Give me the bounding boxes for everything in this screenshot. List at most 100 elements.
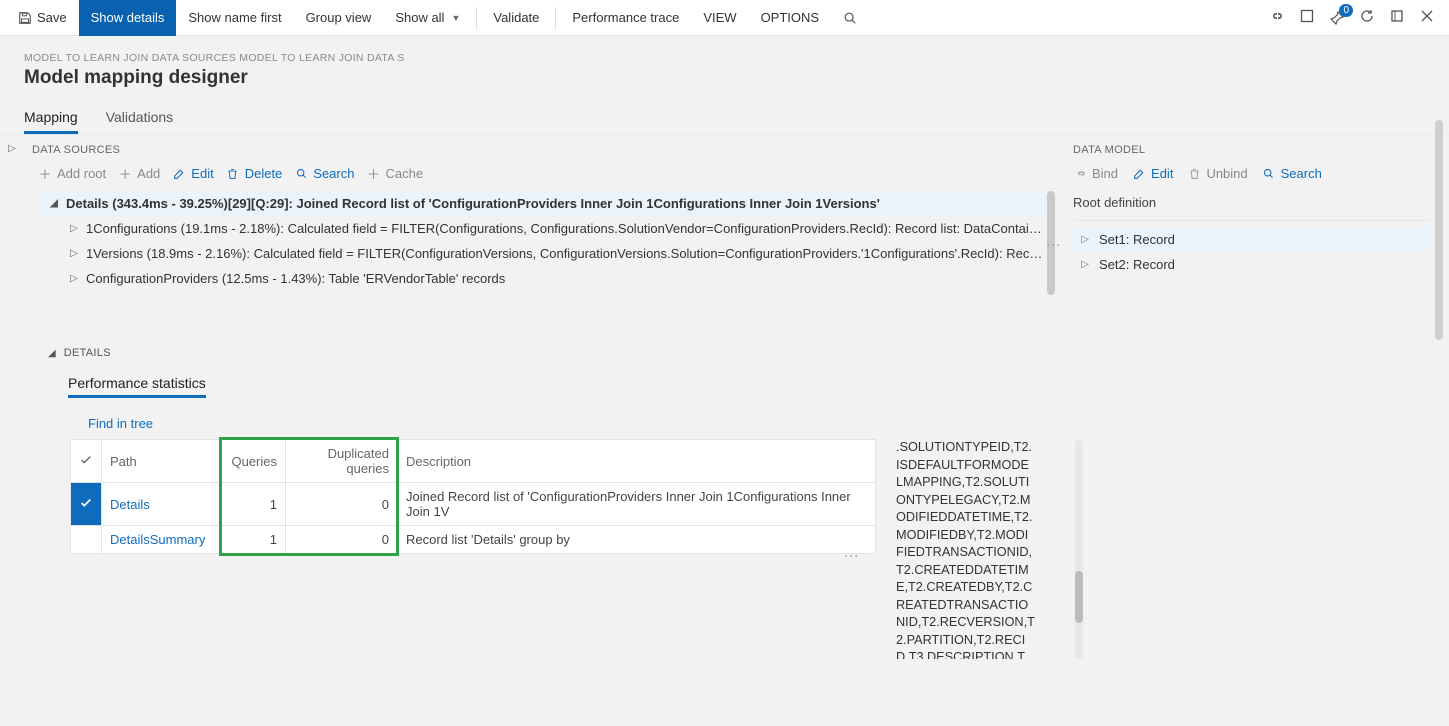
details-body: Path Queries Duplicated queries Descript… (24, 439, 1065, 659)
col-dup[interactable]: Duplicated queries (286, 440, 398, 483)
add-root-button[interactable]: ＋ Add root (38, 166, 106, 181)
show-name-first-button[interactable]: Show name first (176, 0, 293, 36)
check-icon (79, 496, 93, 510)
right-scrollbar-thumb[interactable] (1435, 120, 1443, 340)
performance-statistics-tab[interactable]: Performance statistics (68, 375, 206, 398)
refresh-icon (1359, 8, 1375, 24)
chevron-right-icon[interactable]: ▷ (68, 273, 80, 284)
find-in-tree-link[interactable]: Find in tree (88, 416, 153, 431)
data-model-row-label: Set1: Record (1099, 232, 1175, 247)
add-button[interactable]: ＋ Add (118, 166, 160, 181)
col-desc[interactable]: Description (398, 440, 876, 483)
office-icon[interactable] (1299, 8, 1315, 27)
popout-button[interactable] (1389, 8, 1405, 27)
close-icon (1419, 8, 1435, 24)
panel-splitter[interactable]: ⋮ (1046, 238, 1062, 251)
splitter-handle[interactable]: ⋮ (844, 549, 860, 562)
sql-scrollbar[interactable] (1075, 439, 1083, 659)
save-icon (18, 11, 32, 25)
close-button[interactable] (1419, 8, 1435, 27)
tree-row[interactable]: ▷1Versions (18.9ms - 2.16%): Calculated … (38, 241, 1053, 266)
data-model-row[interactable]: ▷ Set1: Record (1073, 227, 1431, 252)
chevron-right-icon[interactable]: ▷ (1079, 259, 1091, 270)
data-sources-heading: DATA SOURCES (24, 135, 1065, 160)
tree-row[interactable]: ▷ ConfigurationProviders (12.5ms - 1.43%)… (38, 266, 1053, 291)
toolbar-right: 0 (1269, 8, 1443, 27)
sql-pane[interactable]: .SOLUTIONTYPEID,T2.ISDEFAULTFORMODELMAPP… (896, 439, 1035, 659)
performance-trace-label: Performance trace (572, 10, 679, 25)
attachments-button[interactable]: 0 (1329, 10, 1345, 26)
tree-row[interactable]: ▷1Configurations (19.1ms - 2.18%): Calcu… (38, 216, 1053, 241)
popout-icon (1389, 8, 1405, 24)
show-details-button[interactable]: Show details (79, 0, 177, 36)
toolbar-search-button[interactable] (831, 0, 869, 36)
search-icon (294, 167, 308, 181)
bind-button[interactable]: Bind (1073, 166, 1118, 181)
unbind-button[interactable]: Unbind (1187, 166, 1247, 181)
cache-button[interactable]: ＋ Cache (366, 166, 423, 181)
check-icon (79, 453, 93, 467)
options-menu[interactable]: OPTIONS (749, 0, 832, 36)
details-section: ◢ DETAILS Performance statistics Find in… (24, 343, 1065, 659)
col-path[interactable]: Path (102, 440, 222, 483)
performance-trace-button[interactable]: Performance trace (560, 0, 691, 36)
col-check[interactable] (71, 440, 102, 483)
validate-button[interactable]: Validate (481, 0, 551, 36)
row-select-cell[interactable] (71, 483, 102, 526)
cell-description: Joined Record list of 'ConfigurationProv… (398, 483, 876, 526)
view-label: VIEW (703, 10, 736, 25)
chevron-right-icon[interactable]: ▷ (68, 248, 80, 259)
tree-row[interactable]: ◢ Details (343.4ms - 39.25%)[29][Q:29]: J… (38, 191, 1053, 216)
table-row[interactable]: Details10Joined Record list of 'Configur… (71, 483, 876, 526)
chevron-right-icon[interactable]: ▷ (8, 143, 16, 154)
sql-scrollbar-thumb[interactable] (1075, 571, 1083, 623)
chevron-right-icon[interactable]: ▷ (68, 223, 80, 234)
link-icon[interactable] (1269, 8, 1285, 27)
cell-path[interactable]: DetailsSummary (102, 526, 222, 554)
col-queries[interactable]: Queries (222, 440, 286, 483)
right-scrollbar[interactable] (1435, 120, 1443, 400)
data-model-heading: DATA MODEL (1073, 135, 1431, 160)
show-all-button[interactable]: Show all ▼ (383, 0, 472, 36)
data-model-row[interactable]: ▷Set2: Record (1073, 252, 1431, 277)
details-heading-row[interactable]: ◢ DETAILS (24, 343, 1065, 363)
app-toolbar: Save Show details Show name first Group … (0, 0, 1449, 36)
dm-edit-button[interactable]: Edit (1132, 166, 1173, 181)
tree-row-label: Details (343.4ms - 39.25%)[29][Q:29]: Jo… (66, 196, 880, 211)
search-button[interactable]: Search (294, 166, 354, 181)
tab-mapping[interactable]: Mapping (24, 103, 78, 134)
cell-queries: 1 (222, 483, 286, 526)
plus-icon: ＋ (38, 167, 52, 181)
row-select-cell[interactable] (71, 526, 102, 554)
group-view-button[interactable]: Group view (294, 0, 384, 36)
page-title: Model mapping designer (24, 67, 1425, 89)
sql-text-top: .SOLUTIONTYPEID,T2.ISDEFAULTFORMODELMAPP… (896, 440, 1035, 659)
trash-icon (1187, 167, 1201, 181)
plus-icon: ＋ (366, 167, 380, 181)
data-model-actions: Bind Edit Unbind Search (1073, 160, 1431, 189)
refresh-button[interactable] (1359, 8, 1375, 27)
save-button[interactable]: Save (6, 0, 79, 36)
table-row[interactable]: DetailsSummary10Record list 'Details' gr… (71, 526, 876, 554)
edit-button[interactable]: Edit (172, 166, 213, 181)
page-header: MODEL TO LEARN JOIN DATA SOURCES MODEL T… (0, 36, 1449, 95)
details-heading: DETAILS (64, 347, 111, 359)
view-menu[interactable]: VIEW (691, 0, 748, 36)
dm-search-label: Search (1281, 166, 1322, 181)
data-model-panel: DATA MODEL Bind Edit Unbind (1065, 135, 1449, 726)
delete-button[interactable]: Delete (226, 166, 283, 181)
validate-label: Validate (493, 10, 539, 25)
data-sources-tree: ◢ Details (343.4ms - 39.25%)[29][Q:29]: J… (38, 191, 1053, 291)
collapse-rail: ▷ (0, 135, 24, 726)
main-area: ▷ DATA SOURCES ＋ Add root ＋ Add Edit (0, 135, 1449, 726)
cell-path[interactable]: Details (102, 483, 222, 526)
search-label: Search (313, 166, 354, 181)
root-definition-label: Root definition (1073, 189, 1431, 214)
search-icon (843, 11, 857, 25)
tab-validations[interactable]: Validations (106, 103, 173, 134)
dm-search-button[interactable]: Search (1262, 166, 1322, 181)
divider (1073, 220, 1431, 221)
chevron-down-icon[interactable]: ◢ (48, 198, 60, 209)
tree-row-label: ConfigurationProviders (12.5ms - 1.43%):… (86, 271, 505, 286)
chevron-right-icon[interactable]: ▷ (1079, 234, 1091, 245)
